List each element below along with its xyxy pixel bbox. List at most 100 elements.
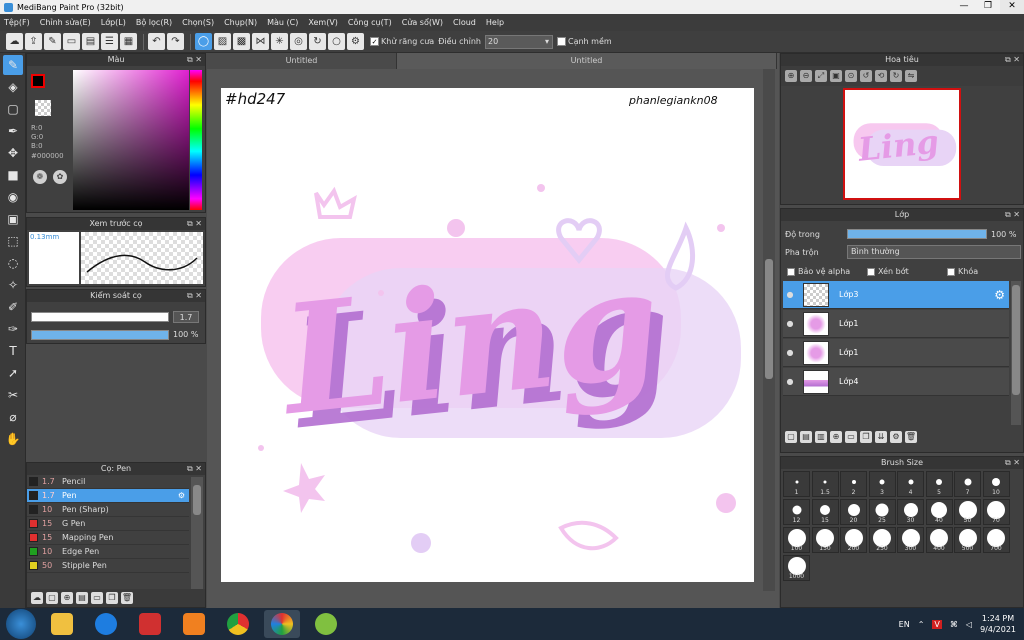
brush-item[interactable]: 10 Edge Pen xyxy=(27,545,189,559)
hand-tool-icon[interactable]: ✋ xyxy=(3,429,23,449)
start-button[interactable] xyxy=(6,609,36,639)
flip-icon[interactable]: ⇋ xyxy=(905,70,917,82)
eye-icon[interactable]: ● xyxy=(783,319,797,328)
blend-mode-select[interactable]: Bình thường xyxy=(847,245,1021,259)
close-icon[interactable]: ⧉ ✕ xyxy=(187,218,202,230)
paint-app-icon[interactable] xyxy=(308,610,344,638)
menu-snap[interactable]: Chụp(N) xyxy=(224,18,257,27)
foreground-color-swatch[interactable] xyxy=(31,74,45,88)
new-layer-1bit-icon[interactable]: ▥ xyxy=(815,431,827,443)
language-indicator[interactable]: EN xyxy=(899,620,910,629)
brush-size-cell[interactable]: 12 xyxy=(783,499,810,525)
actual-size-icon[interactable]: ▣ xyxy=(830,70,842,82)
layer-row[interactable]: ● Lớp1 xyxy=(783,339,1009,367)
new-brush-icon[interactable]: ▢ xyxy=(46,592,58,604)
trash-icon[interactable]: 🗑 xyxy=(121,592,133,604)
chrome-icon[interactable] xyxy=(220,610,256,638)
lasso-tool-icon[interactable]: ◌ xyxy=(3,253,23,273)
eyedropper-tool-icon[interactable]: ⌀ xyxy=(3,407,23,427)
rectangle-tool-icon[interactable]: ▢ xyxy=(3,99,23,119)
adjust-combo[interactable]: 20 ▾ xyxy=(484,34,553,49)
menu-help[interactable]: Help xyxy=(486,18,504,27)
upload-icon[interactable]: ⇪ xyxy=(25,33,42,50)
operation-tool-icon[interactable]: ➚ xyxy=(3,363,23,383)
new-layer-8bit-icon[interactable]: ▤ xyxy=(800,431,812,443)
brush-size-cell[interactable]: 5 xyxy=(925,471,953,497)
duplicate-layer-icon[interactable]: ❐ xyxy=(860,431,872,443)
hatch-icon[interactable]: ▨ xyxy=(214,33,231,50)
chat-icon[interactable]: ▭ xyxy=(63,33,80,50)
brush-size-cell[interactable]: 15 xyxy=(811,499,839,525)
brush-size-cell[interactable]: 30 xyxy=(897,499,924,525)
brush-size-cell[interactable]: 7 xyxy=(954,471,981,497)
brush-item[interactable]: 50 Stipple Pen xyxy=(27,559,189,573)
notes-icon[interactable] xyxy=(176,610,212,638)
menu-cloud[interactable]: Cloud xyxy=(453,18,476,27)
grid2-icon[interactable]: ▩ xyxy=(233,33,250,50)
menu-edit[interactable]: Chỉnh sửa(E) xyxy=(40,18,91,27)
eye-icon[interactable]: ● xyxy=(783,377,797,386)
antialias-checkbox[interactable]: ✓ xyxy=(370,37,379,46)
close-icon[interactable]: ⧉ ✕ xyxy=(187,290,202,302)
add-brush-icon[interactable]: ⊕ xyxy=(61,592,73,604)
layer-scrollbar[interactable] xyxy=(1011,281,1021,425)
brush-size-cell[interactable]: 400 xyxy=(925,527,953,553)
cloud-icon[interactable]: ☁ xyxy=(6,33,23,50)
folder-icon[interactable]: ▭ xyxy=(845,431,857,443)
minimize-button[interactable]: — xyxy=(952,0,976,14)
select-all-icon[interactable]: ◯ xyxy=(195,33,212,50)
close-icon[interactable]: ⧉ ✕ xyxy=(1005,209,1020,221)
menu-tools[interactable]: Công cụ(T) xyxy=(348,18,392,27)
new-layer-icon[interactable]: ▢ xyxy=(785,431,797,443)
pen-tool-icon[interactable]: ✒ xyxy=(3,121,23,141)
ellipse-icon[interactable]: ○ xyxy=(328,33,345,50)
zoom-icon[interactable]: ⊙ xyxy=(845,70,857,82)
brush-size-slider[interactable] xyxy=(31,312,169,322)
fit-icon[interactable]: ⤢ xyxy=(815,70,827,82)
close-icon[interactable]: ⧉ ✕ xyxy=(187,463,202,475)
brush-size-cell[interactable]: 2 xyxy=(840,471,867,497)
redo-icon[interactable]: ↷ xyxy=(167,33,184,50)
canvas-vertical-scrollbar[interactable] xyxy=(763,69,775,591)
undo-icon[interactable]: ↶ xyxy=(148,33,165,50)
brush-size-cell[interactable]: 1000 xyxy=(783,555,810,581)
merge-layer-icon[interactable]: ⇊ xyxy=(875,431,887,443)
maximize-button[interactable]: ❐ xyxy=(976,0,1000,14)
brush-item[interactable]: 1.7 Pen ⚙ xyxy=(27,489,189,503)
gear-icon[interactable]: ⚙ xyxy=(178,491,185,500)
zalo-icon[interactable] xyxy=(88,610,124,638)
curve-icon[interactable]: ↻ xyxy=(309,33,326,50)
file-explorer-icon[interactable] xyxy=(44,610,80,638)
menu-color[interactable]: Màu (C) xyxy=(267,18,298,27)
brush-size-cell[interactable]: 1 xyxy=(783,471,810,497)
brush-size-cell[interactable]: 250 xyxy=(868,527,896,553)
chevron-up-icon[interactable]: ⌃ xyxy=(918,620,925,629)
brush-size-cell[interactable]: 4 xyxy=(897,471,924,497)
magic-wand-icon[interactable]: ✧ xyxy=(3,275,23,295)
text-tool-icon[interactable]: T xyxy=(3,341,23,361)
opacity-slider[interactable] xyxy=(31,330,169,340)
layer-row[interactable]: ● Lớp4 xyxy=(783,368,1009,396)
fill-rect-tool-icon[interactable]: ■ xyxy=(3,165,23,185)
select-pen-icon[interactable]: ✐ xyxy=(3,297,23,317)
scroll-thumb[interactable] xyxy=(765,259,773,379)
brush-size-value[interactable]: 1.7 xyxy=(173,311,199,323)
panels-icon[interactable]: ☰ xyxy=(101,33,118,50)
antivirus-icon[interactable]: V xyxy=(932,619,942,629)
brush-size-cell[interactable]: 50 xyxy=(954,499,981,525)
layer-row[interactable]: ● Lớp1 xyxy=(783,310,1009,338)
duplicate-icon[interactable]: ❐ xyxy=(106,592,118,604)
close-button[interactable]: ✕ xyxy=(1000,0,1024,14)
add-layer-dropdown-icon[interactable]: ⊕ xyxy=(830,431,842,443)
office-icon[interactable] xyxy=(132,610,168,638)
zoom-out-icon[interactable]: ⊖ xyxy=(800,70,812,82)
zoom-in-icon[interactable]: ⊕ xyxy=(785,70,797,82)
margin-checkbox[interactable] xyxy=(556,37,566,46)
brush-size-cell[interactable]: 200 xyxy=(840,527,867,553)
brush-size-cell[interactable]: 40 xyxy=(925,499,953,525)
medibang-icon[interactable] xyxy=(264,610,300,638)
menu-view[interactable]: Xem(V) xyxy=(308,18,338,27)
brush-size-cell[interactable]: 70 xyxy=(982,499,1010,525)
network-icon[interactable]: ⌘ xyxy=(950,620,958,629)
brush-size-cell[interactable]: 25 xyxy=(868,499,896,525)
